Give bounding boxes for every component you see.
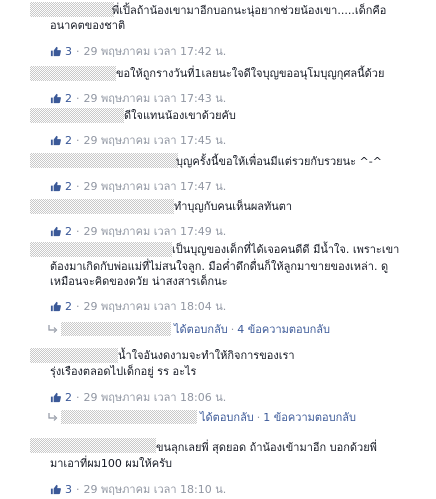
like-count[interactable]: 3 [65, 45, 72, 58]
comment-text: ดีใจแทนน้องเขาด้วยคับ [124, 109, 236, 122]
comment-timestamp[interactable]: 29 พฤษภาคม เวลา 17:42 น. [84, 42, 227, 60]
comment-timestamp[interactable]: 29 พฤษภาคม เวลา 17:49 น. [84, 222, 227, 240]
like-count[interactable]: 2 [65, 391, 72, 404]
comment-meta: 3 · 29 พฤษภาคม เวลา 17:42 น. [50, 42, 226, 60]
replies-row[interactable]: ได้ตอบกลับ · 1 ข้อความตอบกลับ [48, 408, 356, 426]
thumbs-up-icon[interactable] [50, 301, 61, 312]
comment-meta: 2 · 29 พฤษภาคม เวลา 17:47 น. [50, 177, 226, 195]
thumbs-up-icon[interactable] [50, 46, 61, 57]
meta-separator: · [76, 482, 80, 496]
meta-separator: · [76, 179, 80, 193]
thumbs-up-icon[interactable] [50, 484, 61, 495]
comment-timestamp[interactable]: 29 พฤษภาคม เวลา 18:06 น. [84, 388, 227, 406]
comment-text: น้ำใจอันงดงามจะทำให้กิจการของเรา [118, 349, 295, 362]
comment-meta: 2 · 29 พฤษภาคม เวลา 17:45 น. [50, 131, 226, 149]
redacted-avatar-name [30, 153, 178, 168]
like-count[interactable]: 2 [65, 300, 72, 313]
like-count[interactable]: 2 [65, 92, 72, 105]
redacted-avatar-name [30, 242, 172, 257]
redacted-avatar-name [30, 199, 174, 214]
comment-meta: 3 · 29 พฤษภาคม เวลา 18:10 น. [50, 480, 226, 498]
redacted-avatar-name [30, 2, 114, 17]
comment-text: มาเอาที่ผม100 ผมให้ครับ [50, 457, 172, 470]
comment-meta: 2 · 29 พฤษภาคม เวลา 17:49 น. [50, 222, 226, 240]
meta-separator: · [76, 91, 80, 105]
replies-row[interactable]: ได้ตอบกลับ · 4 ข้อความตอบกลับ [48, 320, 330, 338]
thumbs-up-icon[interactable] [50, 93, 61, 104]
redacted-reply-author [61, 322, 171, 336]
replied-link[interactable]: ได้ตอบกลับ [200, 408, 254, 426]
reply-count-link[interactable]: 1 ข้อความตอบกลับ [263, 408, 356, 426]
meta-separator: · [76, 299, 80, 313]
comment-text: ขอให้ถูกรางวันที่1เลยนะใจดีใจบุญขออนุโมบ… [116, 67, 385, 80]
like-count[interactable]: 2 [65, 180, 72, 193]
comment-timestamp[interactable]: 29 พฤษภาคม เวลา 17:47 น. [84, 177, 227, 195]
comment-text: อนาคตของชาติ [50, 19, 126, 32]
comment-meta: 2 · 29 พฤษภาคม เวลา 17:43 น. [50, 89, 226, 107]
reply-arrow-icon [48, 413, 58, 421]
like-count[interactable]: 2 [65, 134, 72, 147]
comment-text: ต้องมาเกิดกับพ่อแม่ที่ไม่สนใจลูก. มือค่ำ… [50, 260, 389, 288]
comment-text: ขนลุกเลยพี่ สุดยอด ถ้าน้องเข้ามาอีก บอกด… [156, 441, 377, 454]
like-count[interactable]: 2 [65, 225, 72, 238]
thumbs-up-icon[interactable] [50, 135, 61, 146]
meta-separator: · [76, 390, 80, 404]
meta-separator: · [230, 322, 235, 336]
replied-link[interactable]: ได้ตอบกลับ [174, 320, 228, 338]
redacted-avatar-name [30, 66, 116, 81]
comment-text: ทำบุญกับคนเห็นผลทันตา [174, 200, 293, 213]
comment-meta: 2 · 29 พฤษภาคม เวลา 18:06 น. [50, 388, 226, 406]
comment-timestamp[interactable]: 29 พฤษภาคม เวลา 18:10 น. [84, 480, 227, 498]
comment-text: บุญครั้งนี้ขอให้เพื่อนมีแต่รวยกับรวยนะ ^… [176, 155, 382, 168]
meta-separator: · [76, 133, 80, 147]
redacted-reply-author [61, 410, 197, 424]
meta-separator: · [256, 410, 261, 424]
comment-text: พี่เปิ้ลถ้าน้องเขามาอีกบอกนะนุ่อยากช่วยน… [112, 4, 387, 17]
thumbs-up-icon[interactable] [50, 181, 61, 192]
meta-separator: · [76, 224, 80, 238]
comment-meta: 2 · 29 พฤษภาคม เวลา 18:04 น. [50, 297, 226, 315]
comment-text: รุ่งเรืองตลอดไปเด็กอยู่ รร อะไร [50, 365, 197, 378]
comment-timestamp[interactable]: 29 พฤษภาคม เวลา 17:45 น. [84, 131, 227, 149]
like-count[interactable]: 3 [65, 483, 72, 496]
comment-timestamp[interactable]: 29 พฤษภาคม เวลา 18:04 น. [84, 297, 227, 315]
redacted-avatar-name [30, 348, 118, 363]
meta-separator: · [76, 44, 80, 58]
redacted-avatar-name [30, 108, 124, 123]
reply-arrow-icon [48, 325, 58, 333]
thumbs-up-icon[interactable] [50, 392, 61, 403]
redacted-avatar-name [30, 438, 156, 453]
comment-timestamp[interactable]: 29 พฤษภาคม เวลา 17:43 น. [84, 89, 227, 107]
reply-count-link[interactable]: 4 ข้อความตอบกลับ [237, 320, 330, 338]
comment-text: เป็นบุญของเด็กที่ได้เจอคนดีดี มีน้ำใจ. เ… [172, 243, 400, 256]
thumbs-up-icon[interactable] [50, 226, 61, 237]
